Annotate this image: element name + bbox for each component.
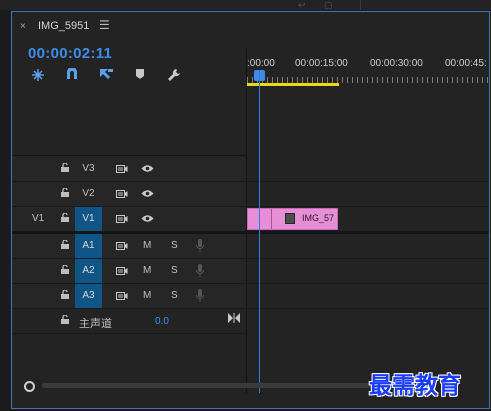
track-name[interactable]: A3 <box>75 284 102 308</box>
track-header: V1 V1 <box>12 207 246 231</box>
work-area-bar[interactable] <box>247 83 339 86</box>
mute-button[interactable]: M <box>143 259 151 283</box>
solo-button[interactable]: S <box>171 284 178 308</box>
panel-menu-icon[interactable]: ☰ <box>99 18 110 32</box>
track-lane[interactable] <box>247 234 489 258</box>
sync-lock-icon[interactable] <box>116 265 128 279</box>
microphone-icon[interactable] <box>196 289 204 305</box>
ruler-label: 00:00:30:00 <box>370 58 423 69</box>
close-tab-button[interactable]: × <box>20 21 26 32</box>
track-header: A1 M S <box>12 234 246 258</box>
lock-icon[interactable] <box>61 213 69 222</box>
track-name[interactable]: V1 <box>75 207 102 231</box>
lock-icon[interactable] <box>61 290 69 299</box>
microphone-icon[interactable] <box>196 239 204 255</box>
header-top-divider <box>12 155 246 156</box>
playhead-line[interactable] <box>259 70 260 393</box>
microphone-icon[interactable] <box>196 264 204 280</box>
clip-cut-line <box>271 209 272 229</box>
wrench-settings-icon[interactable] <box>166 68 182 84</box>
add-marker-icon[interactable] <box>132 68 148 84</box>
track-a3: A3 M S <box>12 284 489 308</box>
linked-selection-icon[interactable] <box>98 68 114 84</box>
eye-icon[interactable] <box>141 164 154 176</box>
master-track: 主声道 0.0 <box>12 309 246 333</box>
video-clip[interactable]: IMG_57 <box>247 208 338 230</box>
source-patch[interactable]: V1 <box>32 207 44 231</box>
mute-button[interactable]: M <box>143 284 151 308</box>
master-volume-value[interactable]: 0.0 <box>155 316 169 327</box>
lock-icon[interactable] <box>61 265 69 274</box>
track-header: V2 <box>12 182 246 206</box>
scroll-track[interactable] <box>42 383 372 388</box>
track-v1: V1 V1 IMG_57 <box>12 207 489 231</box>
master-track-label: 主声道 <box>79 318 112 330</box>
eye-icon[interactable] <box>141 214 154 226</box>
track-lane[interactable] <box>247 259 489 283</box>
magnet-snap-icon[interactable] <box>64 67 80 84</box>
top-strip: ↩ ▢ <box>0 0 491 10</box>
sync-lock-icon[interactable] <box>116 213 128 227</box>
lock-icon[interactable] <box>61 188 69 197</box>
track-header: V3 <box>12 157 246 181</box>
track-name[interactable]: A1 <box>75 234 102 258</box>
top-separator <box>360 0 361 10</box>
watermark-text: 最需教育 <box>369 372 461 399</box>
track-lane[interactable] <box>247 182 489 206</box>
clip-fx-icon <box>285 213 295 224</box>
ruler-label: :00:00 <box>247 58 275 69</box>
track-name[interactable]: V2 <box>75 182 102 206</box>
sync-lock-icon[interactable] <box>116 163 128 177</box>
clip-label: IMG_57 <box>302 213 335 223</box>
track-v2: V2 <box>12 182 489 206</box>
timeline-panel: × IMG_5951 ☰ 00:00:02:11 :00:00 00:00:15… <box>11 11 490 409</box>
track-header: A3 M S <box>12 284 246 308</box>
solo-button[interactable]: S <box>171 259 178 283</box>
lock-icon[interactable] <box>61 163 69 172</box>
ruler-label: 00:00:15:00 <box>295 58 348 69</box>
track-lane[interactable] <box>247 157 489 181</box>
top-toolbar-icons: ↩ ▢ <box>298 0 341 10</box>
track-a1: A1 M S <box>12 234 489 258</box>
track-name[interactable]: A2 <box>75 259 102 283</box>
sequence-title[interactable]: IMG_5951 <box>38 20 89 32</box>
playhead-timecode[interactable]: 00:00:02:11 <box>28 45 112 62</box>
lock-icon[interactable] <box>61 315 69 324</box>
track-v3: V3 <box>12 157 489 181</box>
time-ruler[interactable]: :00:00 00:00:15:00 00:00:30:00 00:00:45: <box>247 55 489 85</box>
sequence-tab: × IMG_5951 ☰ <box>12 12 489 40</box>
ruler-label: 00:00:45: <box>445 58 487 69</box>
track-header: A2 M S <box>12 259 246 283</box>
eye-icon[interactable] <box>141 189 154 201</box>
track-name[interactable]: V3 <box>75 157 102 181</box>
solo-button[interactable]: S <box>171 234 178 258</box>
mute-button[interactable]: M <box>143 234 151 258</box>
snap-insert-icon[interactable] <box>30 68 46 84</box>
track-lane[interactable] <box>247 284 489 308</box>
zoom-handle[interactable] <box>24 381 35 392</box>
go-to-end-icon[interactable] <box>228 313 240 326</box>
sync-lock-icon[interactable] <box>116 240 128 254</box>
track-a2: A2 M S <box>12 259 489 283</box>
track-lane[interactable]: IMG_57 <box>247 207 489 231</box>
track-divider <box>12 333 246 334</box>
sync-lock-icon[interactable] <box>116 188 128 202</box>
sync-lock-icon[interactable] <box>116 290 128 304</box>
lock-icon[interactable] <box>61 240 69 249</box>
